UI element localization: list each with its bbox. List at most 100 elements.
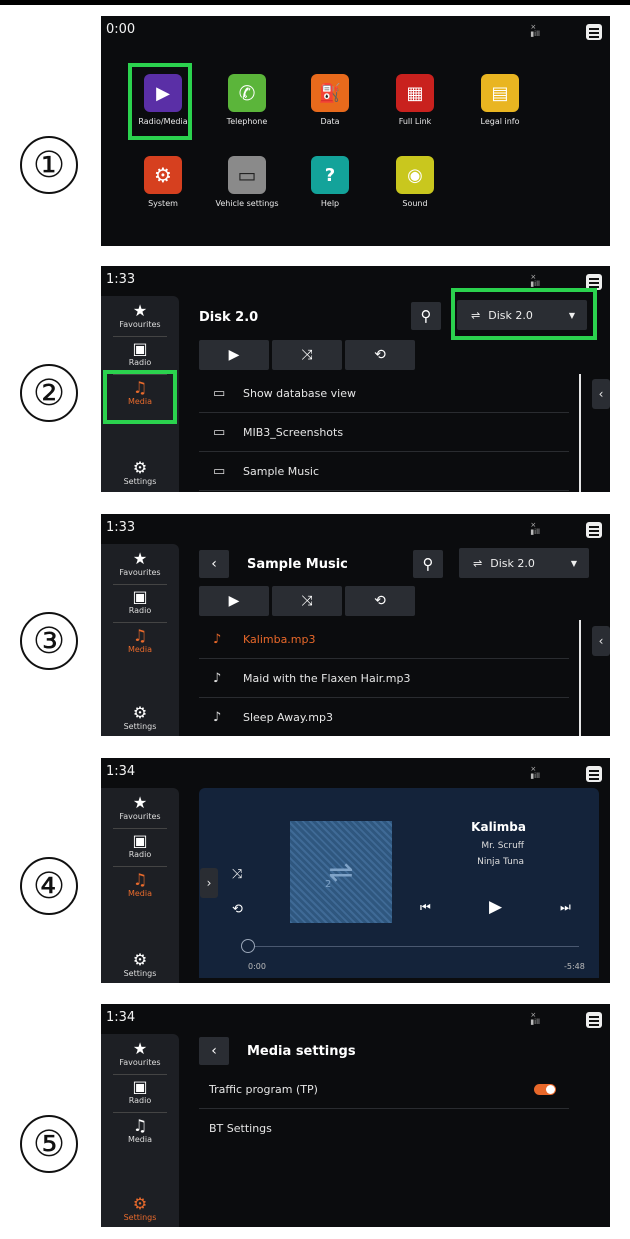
shuffle-icon: ⤨ <box>232 867 243 882</box>
shuffle-icon: ⤨ <box>301 347 313 363</box>
media-highlight <box>103 370 177 424</box>
shuffle-button[interactable]: ⤨ <box>272 586 342 616</box>
setting-row-tp[interactable]: Traffic program (TP) <box>199 1070 569 1109</box>
sidebar-item-radio[interactable]: ▣ Radio <box>101 1078 179 1106</box>
radio-icon: ▣ <box>132 339 148 358</box>
repeat-icon: ⟲ <box>374 593 386 609</box>
back-button[interactable]: ‹ <box>199 550 229 578</box>
sidebar-item-settings[interactable]: ⚙ Settings <box>101 1194 179 1223</box>
menu-icon[interactable] <box>586 522 602 538</box>
list-item[interactable]: ♪ Maid with the Flaxen Hair.mp3 <box>199 659 569 698</box>
step-4-number: ④ <box>20 857 78 915</box>
repeat-button[interactable]: ⟲ <box>232 902 243 917</box>
list-item[interactable]: ♪ Sleep Away.mp3 <box>199 698 569 736</box>
music-note-icon: ♪ <box>213 709 222 725</box>
play-button[interactable]: ▶ <box>489 897 502 917</box>
search-button[interactable]: ⚲ <box>413 550 443 578</box>
clock: 1:34 <box>106 1010 136 1025</box>
star-icon: ★ <box>132 301 148 320</box>
divider <box>113 866 167 867</box>
radio-media-highlight <box>128 63 192 140</box>
app-sound[interactable]: ◉ Sound <box>365 156 465 208</box>
page-title: Sample Music <box>247 557 348 572</box>
repeat-icon: ⟲ <box>232 902 243 917</box>
list-item-playing[interactable]: ♪ Kalimba.mp3 <box>199 620 569 659</box>
music-note-icon: ♫ <box>132 870 148 889</box>
track-title: Kalimba <box>471 820 526 834</box>
gear-icon: ⚙ <box>132 950 148 969</box>
side-panel-tab[interactable]: › <box>200 868 218 898</box>
divider <box>113 1112 167 1113</box>
list-item[interactable]: ▭ MIB3_Screenshots <box>199 413 569 452</box>
progress-knob[interactable] <box>241 939 255 953</box>
search-button[interactable]: ⚲ <box>411 302 441 330</box>
app-legal-info[interactable]: ▤ Legal info <box>450 74 550 126</box>
previous-button[interactable]: ⏮ <box>420 900 431 915</box>
sidebar-item-favourites[interactable]: ★ Favourites <box>101 301 179 330</box>
star-icon: ★ <box>132 549 148 568</box>
sidebar-item-settings[interactable]: ⚙ Settings <box>101 704 179 732</box>
search-icon: ⚲ <box>422 555 434 573</box>
sidebar-item-radio[interactable]: ▣ Radio <box>101 832 179 860</box>
chevron-down-icon: ▼ <box>570 558 577 568</box>
tp-toggle[interactable] <box>534 1084 556 1095</box>
remaining-time: -5:48 <box>564 962 585 971</box>
side-panel-tab[interactable]: ‹ <box>592 379 610 409</box>
page-title: Disk 2.0 <box>199 310 259 325</box>
repeat-button[interactable]: ⟲ <box>345 340 415 370</box>
music-note-icon: ♫ <box>132 1116 148 1135</box>
shuffle-icon: ⤨ <box>301 593 313 609</box>
clock: 1:33 <box>106 272 136 287</box>
scrollbar[interactable] <box>579 374 581 492</box>
setting-row-bt[interactable]: BT Settings <box>199 1109 569 1147</box>
play-button[interactable]: ▶ <box>199 586 269 616</box>
sidebar-item-settings[interactable]: ⚙ Settings <box>101 459 179 487</box>
legal-icon: ▤ <box>481 74 519 112</box>
list-item[interactable]: ▭ Sample Music <box>199 452 569 491</box>
menu-icon[interactable] <box>586 1012 602 1028</box>
signal-icon: × ▮ill <box>530 1011 540 1026</box>
sidebar: ★ Favourites ▣ Radio ♫ Media ⚙ Settings <box>101 544 179 736</box>
gear-icon: ⚙ <box>132 1194 148 1213</box>
sidebar-item-media[interactable]: ♫ Media <box>101 1116 179 1145</box>
sidebar-item-favourites[interactable]: ★ Favourites <box>101 1040 179 1068</box>
source-dropdown[interactable]: ⇌ Disk 2.0 ▼ <box>459 548 589 578</box>
music-note-icon: ♪ <box>213 631 222 647</box>
shuffle-button[interactable]: ⤨ <box>272 340 342 370</box>
usb-icon: ⇌ <box>473 556 483 570</box>
signal-icon: × ▮ill <box>530 521 540 536</box>
usb-icon: ⇌ <box>328 854 354 890</box>
album-art: ⇌ 2 <box>290 821 392 923</box>
menu-icon[interactable] <box>586 24 602 40</box>
back-button[interactable]: ‹ <box>199 1037 229 1065</box>
folder-icon: ▭ <box>213 463 226 479</box>
play-icon: ▶ <box>228 593 240 609</box>
chevron-left-icon: ‹ <box>598 634 604 648</box>
play-button[interactable]: ▶ <box>199 340 269 370</box>
repeat-button[interactable]: ⟲ <box>345 586 415 616</box>
art-label: 2 <box>325 879 332 890</box>
menu-icon[interactable] <box>586 766 602 782</box>
sidebar-item-favourites[interactable]: ★ Favourites <box>101 794 179 822</box>
search-icon: ⚲ <box>420 307 432 325</box>
step-1-number: ① <box>20 136 78 194</box>
phone-icon: ✆ <box>228 74 266 112</box>
play-icon: ▶ <box>228 347 240 363</box>
sidebar-item-favourites[interactable]: ★ Favourites <box>101 549 179 578</box>
track-album: Ninja Tuna <box>477 857 524 867</box>
sidebar-item-settings[interactable]: ⚙ Settings <box>101 950 179 979</box>
progress-track[interactable] <box>246 946 579 947</box>
sidebar: ★ Favourites ▣ Radio ♫ Media ⚙ Settings <box>101 1034 179 1227</box>
divider <box>113 622 167 623</box>
next-button[interactable]: ⏭ <box>560 900 571 915</box>
side-panel-tab[interactable]: ‹ <box>592 626 610 656</box>
scrollbar[interactable] <box>579 620 581 736</box>
list-item[interactable]: ▭ Show database view <box>199 374 569 413</box>
sidebar-item-media[interactable]: ♫ Media <box>101 627 179 655</box>
page-title: Media settings <box>247 1044 356 1059</box>
sidebar-item-radio[interactable]: ▣ Radio <box>101 339 179 368</box>
signal-icon: × ▮ill <box>530 23 540 38</box>
shuffle-button[interactable]: ⤨ <box>232 867 242 882</box>
sidebar-item-radio[interactable]: ▣ Radio <box>101 588 179 616</box>
sidebar-item-media[interactable]: ♫ Media <box>101 870 179 899</box>
